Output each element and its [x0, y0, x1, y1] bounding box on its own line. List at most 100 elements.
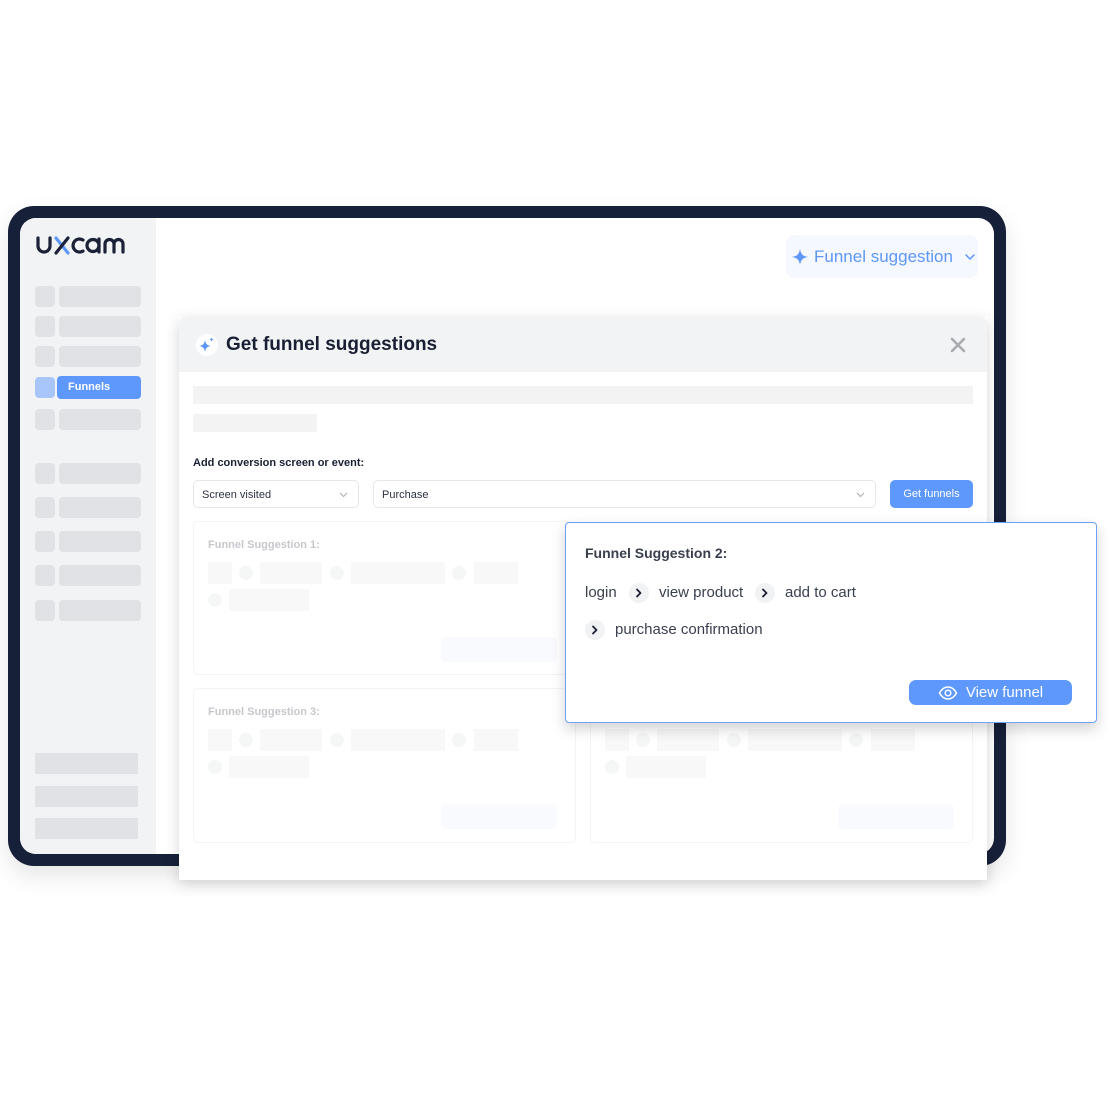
- event-type-select[interactable]: Screen visited: [193, 480, 359, 508]
- funnels-nav-icon: [35, 377, 55, 398]
- description-placeholder: [193, 386, 973, 404]
- sidebar-item-label: Funnels: [68, 381, 111, 393]
- funnel-suggestion-2-card[interactable]: Funnel Suggestion 2: login view product …: [565, 522, 1097, 723]
- chevron-right-icon: [629, 583, 649, 603]
- nav-item-placeholder: [59, 286, 141, 307]
- chevron-down-icon: [856, 492, 865, 498]
- step-placeholder: [260, 562, 322, 584]
- funnels-nav-highlight: Funnels: [57, 376, 141, 399]
- view-funnel-placeholder: [441, 637, 557, 662]
- chevron-placeholder: [636, 733, 650, 747]
- step-placeholder: [208, 562, 232, 584]
- step-placeholder: [871, 729, 915, 751]
- sidebar-footer-item[interactable]: [35, 753, 138, 774]
- sparkle-icon: [791, 248, 809, 265]
- sidebar-item[interactable]: [35, 565, 141, 587]
- sidebar-item[interactable]: [35, 286, 141, 308]
- chevron-placeholder: [605, 760, 619, 774]
- step-placeholder: [605, 729, 629, 751]
- chevron-placeholder: [727, 733, 741, 747]
- view-funnel-button[interactable]: View funnel: [909, 680, 1072, 705]
- sidebar-item[interactable]: [35, 463, 141, 485]
- step-placeholder: [474, 562, 518, 584]
- chevron-right-icon: [585, 620, 605, 640]
- funnel-suggestion-button[interactable]: Funnel suggestion: [786, 235, 978, 278]
- view-funnel-placeholder: [838, 804, 954, 829]
- step-placeholder: [229, 756, 309, 778]
- nav-item-placeholder: [59, 316, 141, 337]
- nav-item-icon: [35, 316, 55, 337]
- chevron-placeholder: [239, 566, 253, 580]
- sidebar-item[interactable]: [35, 316, 141, 338]
- step-placeholder: [229, 589, 309, 611]
- step-placeholder: [474, 729, 518, 751]
- nav-item-placeholder: [59, 565, 141, 586]
- chevron-down-icon: [965, 253, 975, 260]
- chevron-placeholder: [849, 733, 863, 747]
- nav-item-placeholder: [59, 346, 141, 367]
- step-placeholder: [351, 729, 445, 751]
- funnel-suggestion-card[interactable]: Funnel Suggestion 1:: [193, 521, 573, 675]
- chevron-placeholder: [330, 566, 344, 580]
- funnel-step: purchase confirmation: [615, 621, 763, 638]
- view-funnel-placeholder: [441, 804, 557, 829]
- chevron-down-icon: [339, 492, 348, 498]
- sidebar-item[interactable]: [35, 409, 141, 431]
- step-placeholder: [748, 729, 842, 751]
- chevron-placeholder: [208, 593, 222, 607]
- step-placeholder: [351, 562, 445, 584]
- event-type-value: Screen visited: [202, 489, 272, 501]
- step-placeholder: [657, 729, 719, 751]
- nav-item-placeholder: [59, 463, 141, 484]
- chevron-placeholder: [330, 733, 344, 747]
- step-placeholder: [626, 756, 706, 778]
- nav-item-icon: [35, 346, 55, 367]
- step-placeholder: [260, 729, 322, 751]
- sidebar-item[interactable]: [35, 531, 141, 553]
- eye-icon: [938, 685, 958, 700]
- funnel-suggestion-label: Funnel suggestion: [814, 246, 953, 266]
- card-title: Funnel Suggestion 3:: [208, 706, 320, 718]
- funnel-step: view product: [659, 584, 744, 601]
- description-placeholder: [193, 414, 317, 432]
- chevron-placeholder: [452, 733, 466, 747]
- sidebar-item[interactable]: [35, 497, 141, 519]
- nav-item-icon: [35, 286, 55, 307]
- nav-item-icon: [35, 565, 55, 586]
- nav-item-placeholder: [59, 497, 141, 518]
- close-icon[interactable]: [948, 335, 968, 355]
- conversion-field-label: Add conversion screen or event:: [193, 457, 365, 469]
- sidebar-item[interactable]: [35, 346, 141, 368]
- chevron-placeholder: [452, 566, 466, 580]
- get-funnels-button[interactable]: Get funnels: [890, 480, 973, 508]
- nav-item-placeholder: [59, 409, 141, 430]
- nav-item-icon: [35, 531, 55, 552]
- uxcam-logo: [36, 234, 132, 260]
- sidebar-item[interactable]: [35, 600, 141, 622]
- chevron-placeholder: [239, 733, 253, 747]
- nav-item-icon: [35, 600, 55, 621]
- card-title: Funnel Suggestion 2:: [585, 545, 728, 561]
- chevron-placeholder: [208, 760, 222, 774]
- card-title: Funnel Suggestion 1:: [208, 539, 320, 551]
- nav-item-placeholder: [59, 531, 141, 552]
- funnel-step: login: [585, 584, 617, 601]
- nav-item-icon: [35, 409, 55, 430]
- chevron-right-icon: [755, 583, 775, 603]
- step-placeholder: [208, 729, 232, 751]
- sidebar-footer-item[interactable]: [35, 786, 138, 807]
- nav-item-placeholder: [59, 600, 141, 621]
- nav-item-icon: [35, 497, 55, 518]
- sparkles-icon: [196, 334, 218, 356]
- nav-item-icon: [35, 463, 55, 484]
- funnel-suggestion-card[interactable]: Funnel Suggestion 3:: [193, 688, 576, 843]
- view-funnel-label: View funnel: [965, 684, 1044, 701]
- sidebar-footer-item[interactable]: [35, 818, 138, 839]
- conversion-target-value: Purchase: [382, 489, 429, 501]
- modal-header: Get funnel suggestions: [179, 317, 987, 372]
- funnel-step: add to cart: [785, 584, 856, 601]
- conversion-target-select[interactable]: Purchase: [373, 480, 876, 508]
- sidebar-item-funnels[interactable]: Funnels: [35, 376, 141, 399]
- sidebar: Funnels: [20, 218, 156, 854]
- modal-title: Get funnel suggestions: [226, 334, 438, 355]
